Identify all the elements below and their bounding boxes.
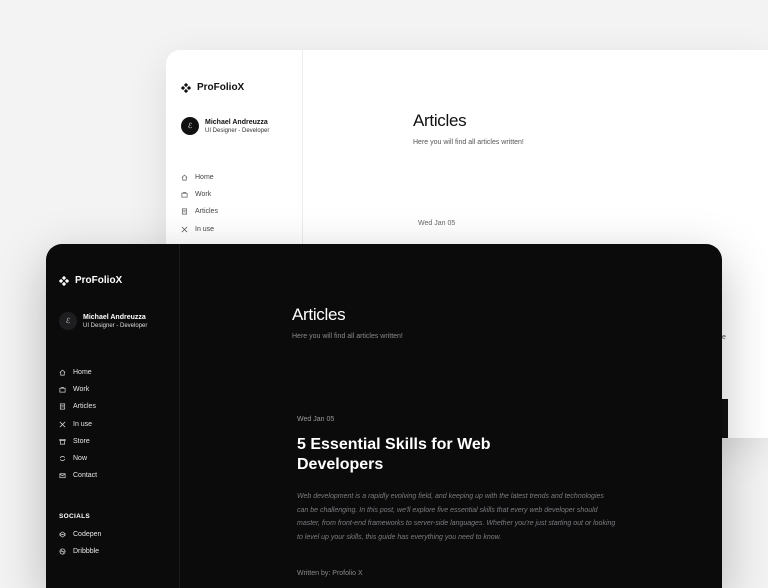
article-title-link[interactable]: 5 Essential Skills for Web Developers <box>297 435 557 475</box>
socials-nav: Codepen Dribbble <box>59 526 101 560</box>
excerpt-peek: e <box>722 334 726 341</box>
document-icon <box>59 403 66 410</box>
brand-logo[interactable]: ProFolioX <box>181 82 244 93</box>
profile-name: Michael Andreuzza <box>83 313 146 321</box>
diamond-logo-icon <box>181 82 191 93</box>
page-title: Articles <box>413 111 467 130</box>
codepen-icon <box>59 531 66 538</box>
brand-name: ProFolioX <box>197 82 245 93</box>
page-subtitle: Here you will find all articles written! <box>413 139 524 146</box>
refresh-icon <box>59 456 66 462</box>
sidebar-item-home[interactable]: Home <box>59 364 97 381</box>
sidebar-item-label: Store <box>73 437 90 445</box>
tools-icon <box>181 226 188 233</box>
briefcase-icon <box>59 387 66 393</box>
sidebar-item-articles[interactable]: Articles <box>59 398 97 415</box>
sidebar-nav: Home Work Articles In use Store Now Cont… <box>59 364 97 484</box>
diamond-logo-icon <box>59 275 69 286</box>
sidebar-item-in-use[interactable]: In use <box>59 416 97 433</box>
sidebar-item-label: Articles <box>195 208 218 216</box>
social-item-label: Codepen <box>73 531 102 539</box>
article-author: Written by: Profolio X <box>297 570 363 577</box>
home-icon <box>59 369 66 376</box>
profile-role: UI Designer - Developer <box>83 322 148 329</box>
dribbble-icon <box>59 548 66 555</box>
sidebar-item-label: Contact <box>73 472 98 480</box>
tools-icon <box>59 421 66 428</box>
sidebar-item-now[interactable]: Now <box>59 450 97 467</box>
article-date: Wed Jan 05 <box>418 220 456 227</box>
briefcase-icon <box>181 192 188 198</box>
sidebar-item-work[interactable]: Work <box>181 186 218 203</box>
sidebar-item-label: Work <box>73 386 90 394</box>
sidebar-item-label: Home <box>195 174 214 182</box>
page-title: Articles <box>292 305 346 324</box>
profile: ℰ Michael Andreuzza UI Designer - Develo… <box>59 312 147 330</box>
avatar: ℰ <box>59 312 77 330</box>
sidebar-item-contact[interactable]: Contact <box>59 467 97 484</box>
profile: ℰ Michael Andreuzza UI Designer - Develo… <box>181 117 269 135</box>
article-excerpt: Web development is a rapidly evolving fi… <box>297 493 616 541</box>
socials-heading: SOCIALS <box>59 513 90 520</box>
profile-name: Michael Andreuzza <box>205 118 268 126</box>
sidebar-item-in-use[interactable]: In use <box>181 221 218 238</box>
home-icon <box>181 174 188 181</box>
sidebar-item-label: Work <box>195 191 212 199</box>
mail-icon <box>59 473 66 479</box>
sidebar-item-store[interactable]: Store <box>59 433 97 450</box>
profile-role: UI Designer - Developer <box>205 127 270 134</box>
sidebar-item-label: Now <box>73 455 88 463</box>
article-date: Wed Jan 05 <box>297 416 335 423</box>
sidebar-nav: Home Work Articles In use <box>181 169 218 238</box>
sidebar-item-label: Home <box>73 369 92 377</box>
dark-window: ProFolioX ℰ Michael Andreuzza UI Designe… <box>46 244 722 588</box>
sidebar-item-work[interactable]: Work <box>59 381 97 398</box>
page-subtitle: Here you will find all articles written! <box>292 333 403 340</box>
sidebar-item-articles[interactable]: Articles <box>181 203 218 220</box>
sidebar-item-label: In use <box>73 420 93 428</box>
avatar: ℰ <box>181 117 199 135</box>
brand-name: ProFolioX <box>75 275 123 286</box>
store-icon <box>59 438 66 445</box>
sidebar: ProFolioX ℰ Michael Andreuzza UI Designe… <box>46 244 180 588</box>
social-item-label: Dribbble <box>73 548 100 556</box>
sidebar-item-home[interactable]: Home <box>181 169 218 186</box>
social-item-dribbble[interactable]: Dribbble <box>59 543 101 560</box>
document-icon <box>181 208 188 215</box>
brand-logo[interactable]: ProFolioX <box>59 275 122 286</box>
social-item-codepen[interactable]: Codepen <box>59 526 101 543</box>
sidebar-item-label: In use <box>195 225 215 233</box>
sidebar-item-label: Articles <box>73 403 96 411</box>
